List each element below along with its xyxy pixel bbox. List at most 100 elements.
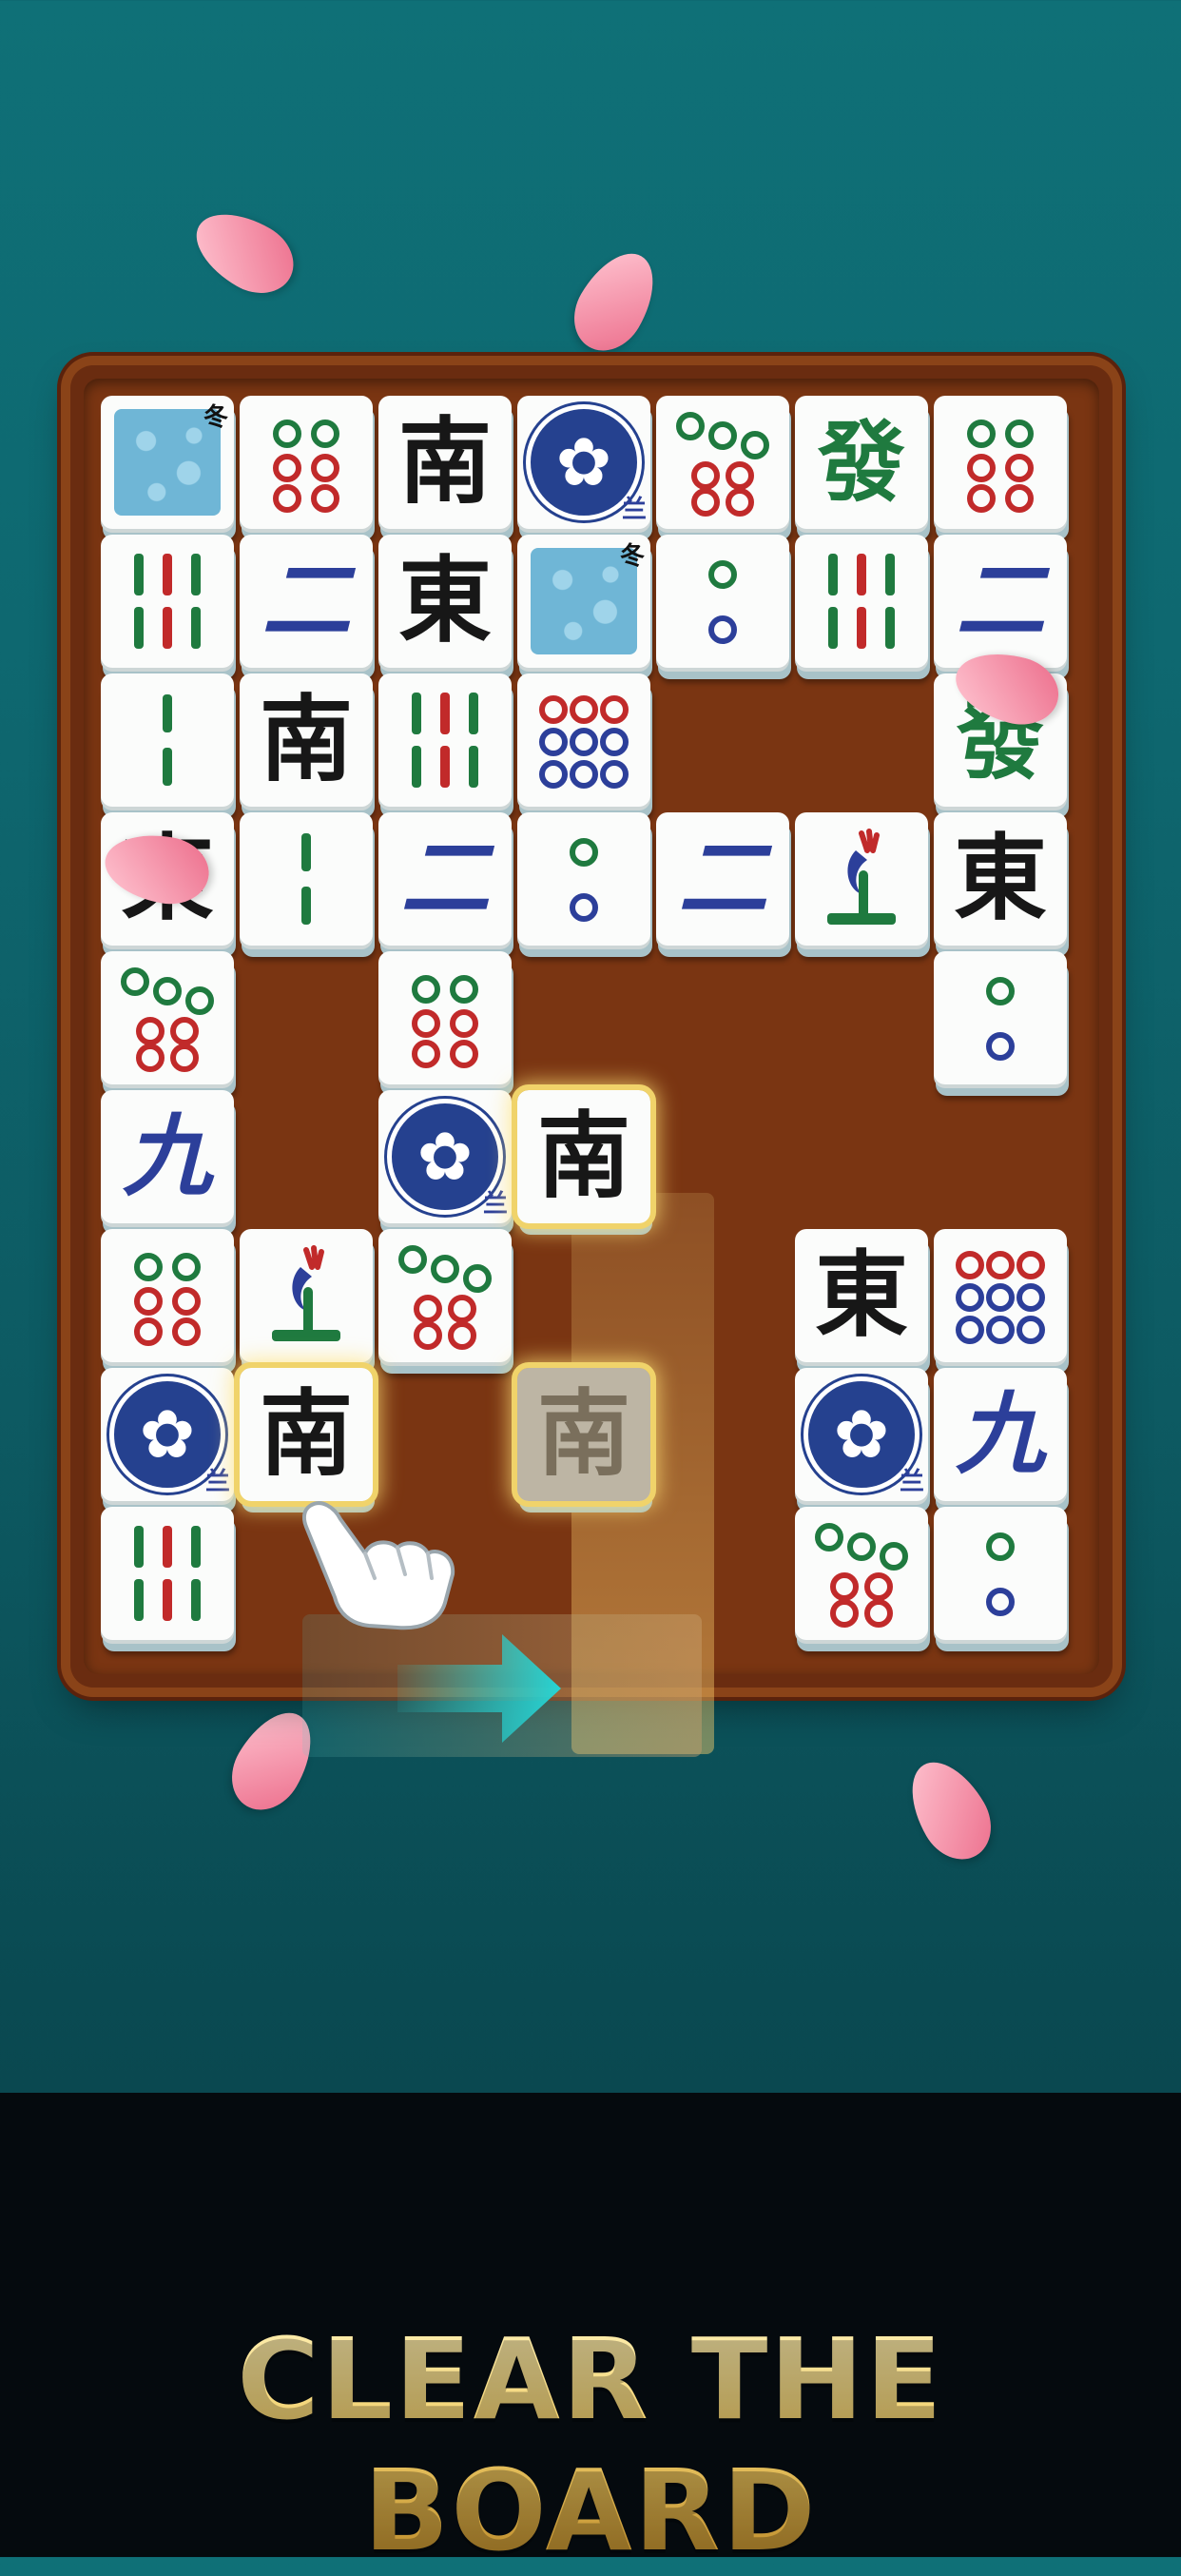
petal-decoration (895, 1747, 1005, 1873)
mahjong-tile[interactable]: ✿ 兰 (517, 396, 650, 529)
tile-corner-mark: 兰 (482, 1190, 508, 1219)
circles-suit-icon (967, 420, 1034, 513)
circles-suit-icon (986, 1532, 1015, 1616)
orchid-flower-icon: ✿ 兰 (526, 404, 647, 524)
circles-suit-icon (815, 1523, 908, 1628)
game-board: 冬南✿兰發二東冬二南發東二二東九✿兰南東✿兰南南✿兰九 (70, 365, 1113, 1757)
mahjong-tile[interactable] (517, 673, 650, 807)
winter-flower-icon: 冬 (531, 542, 645, 654)
mahjong-tile[interactable] (934, 1229, 1067, 1362)
mahjong-tile[interactable]: 九 (934, 1368, 1067, 1501)
flower-glyph-icon: ✿ (416, 1118, 474, 1196)
mahjong-tile[interactable]: 二 (934, 535, 1067, 668)
mahjong-tile[interactable] (795, 1507, 928, 1640)
bird-bamboo-icon (272, 1245, 340, 1341)
mahjong-tile[interactable] (656, 535, 789, 668)
mahjong-tile[interactable] (934, 951, 1067, 1084)
orchid-flower-icon: ✿ 兰 (803, 1376, 924, 1496)
tile-character: 二 (677, 827, 767, 931)
tile-character: 二 (955, 549, 1045, 654)
headline-text: CLEAR THE BOARD (0, 2313, 1181, 2576)
mahjong-tile[interactable]: 二 (378, 812, 512, 946)
mahjong-tile[interactable] (101, 1229, 234, 1362)
mahjong-tile[interactable]: 二 (656, 812, 789, 946)
tile-character: 九 (955, 1382, 1045, 1487)
flower-glyph-icon: ✿ (555, 423, 612, 501)
mahjong-tile[interactable]: 南 (512, 1362, 656, 1507)
mahjong-tile[interactable]: 南 (378, 396, 512, 529)
flower-glyph-icon: ✿ (833, 1395, 890, 1473)
mahjong-tile[interactable]: 南 (234, 1362, 378, 1507)
mahjong-tile[interactable]: 東 (795, 1229, 928, 1362)
mahjong-tile[interactable]: ✿ 兰 (101, 1368, 234, 1501)
tile-character: 南 (536, 1102, 630, 1211)
orchid-flower-icon: ✿ 兰 (109, 1376, 230, 1496)
tile-character: 南 (536, 1379, 630, 1489)
mahjong-tile[interactable] (517, 812, 650, 946)
mahjong-tile[interactable] (378, 673, 512, 807)
mahjong-tile[interactable]: 冬 (517, 535, 650, 668)
mahjong-tile[interactable] (240, 812, 373, 946)
tile-character: 南 (259, 685, 353, 794)
mahjong-tile[interactable]: 東 (934, 812, 1067, 946)
mahjong-tile[interactable] (795, 812, 928, 946)
circles-suit-icon (956, 1251, 1045, 1344)
bird-bamboo-icon (827, 829, 896, 925)
tile-character: 二 (261, 549, 351, 654)
bamboo-suit-icon (163, 694, 172, 786)
circles-suit-icon (570, 838, 598, 922)
mahjong-tile[interactable] (378, 951, 512, 1084)
tile-character: 東 (953, 824, 1047, 933)
bamboo-suit-icon (828, 554, 895, 649)
bamboo-suit-icon (134, 1526, 201, 1621)
orchid-flower-icon: ✿ 兰 (387, 1099, 508, 1219)
petal-decoration (182, 197, 307, 307)
board-surface: 冬南✿兰發二東冬二南發東二二東九✿兰南東✿兰南南✿兰九 (84, 379, 1099, 1757)
mahjong-tile[interactable]: 南 (240, 673, 373, 807)
mahjong-tile[interactable]: ✿ 兰 (795, 1368, 928, 1501)
tile-character: 發 (817, 411, 905, 514)
mahjong-tile[interactable]: 南 (512, 1084, 656, 1229)
circles-suit-icon (134, 1253, 201, 1346)
bamboo-suit-icon (134, 554, 201, 649)
tile-corner-mark: 冬 (619, 542, 645, 571)
mahjong-tile[interactable]: 二 (240, 535, 373, 668)
tile-corner-mark: 兰 (204, 1468, 230, 1496)
mahjong-tile[interactable] (378, 1229, 512, 1362)
winter-flower-icon: 冬 (114, 403, 228, 516)
mahjong-tile[interactable] (934, 1507, 1067, 1640)
circles-suit-icon (539, 695, 629, 789)
circles-suit-icon (676, 412, 769, 517)
tile-corner-mark: 兰 (621, 496, 647, 524)
mahjong-tile[interactable] (101, 535, 234, 668)
mahjong-tile[interactable]: ✿ 兰 (378, 1090, 512, 1223)
mahjong-tile[interactable] (795, 535, 928, 668)
mahjong-tile[interactable]: 冬 (101, 396, 234, 529)
tile-character: 東 (814, 1240, 908, 1350)
circles-suit-icon (121, 967, 214, 1072)
mahjong-tile[interactable] (240, 1229, 373, 1362)
circles-suit-icon (708, 560, 737, 644)
tile-character: 南 (397, 407, 492, 517)
mahjong-tile[interactable] (656, 396, 789, 529)
mahjong-tile[interactable]: 發 (795, 396, 928, 529)
tile-character: 九 (122, 1104, 212, 1209)
tile-corner-mark: 冬 (203, 403, 228, 432)
swipe-arrow-icon (397, 1634, 561, 1743)
mahjong-tile[interactable] (101, 1507, 234, 1640)
tile-character: 東 (397, 546, 492, 655)
mahjong-tile[interactable]: 九 (101, 1090, 234, 1223)
tile-character: 二 (399, 827, 490, 931)
circles-suit-icon (412, 975, 478, 1068)
bamboo-suit-icon (301, 833, 311, 925)
circles-suit-icon (273, 420, 339, 513)
mahjong-tile[interactable] (101, 673, 234, 807)
mahjong-tile[interactable] (934, 396, 1067, 529)
circles-suit-icon (398, 1245, 492, 1350)
mahjong-tile[interactable] (101, 951, 234, 1084)
bamboo-suit-icon (412, 693, 478, 788)
tile-character: 南 (259, 1379, 353, 1489)
flower-glyph-icon: ✿ (139, 1395, 196, 1473)
mahjong-tile[interactable]: 東 (378, 535, 512, 668)
mahjong-tile[interactable] (240, 396, 373, 529)
